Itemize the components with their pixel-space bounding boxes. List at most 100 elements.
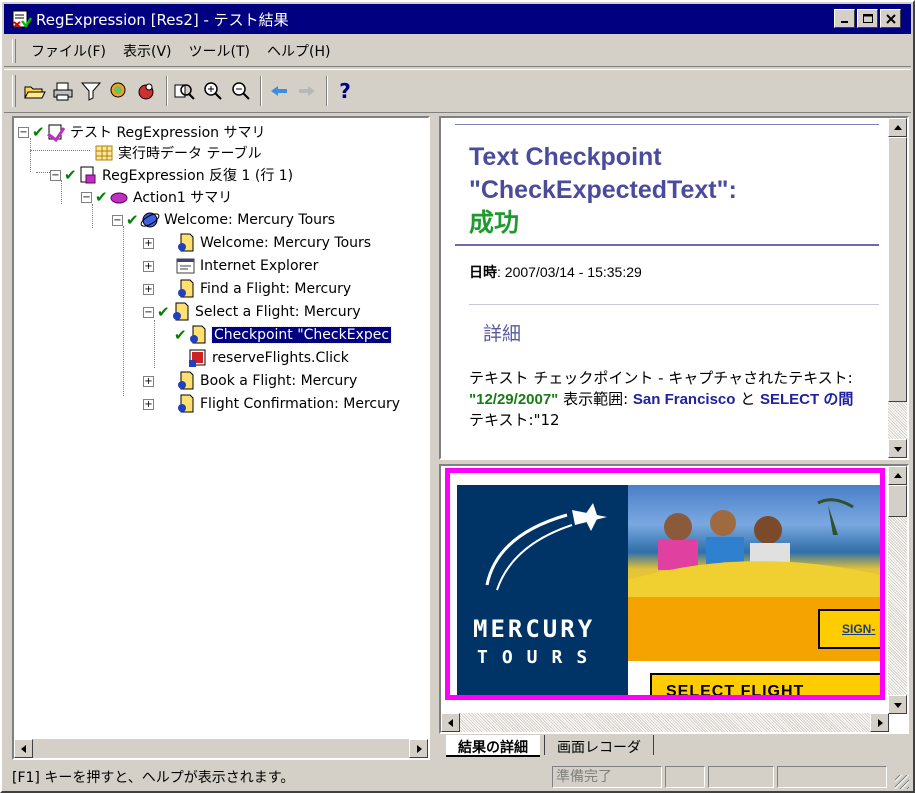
status-panel — [777, 765, 887, 788]
tree-item-label: Select a Flight: Mercury — [195, 304, 361, 320]
maximize-button[interactable] — [857, 9, 878, 28]
close-button[interactable] — [880, 9, 901, 28]
tree-item[interactable]: − ✔ Welcome: Mercury Tours — [112, 209, 335, 231]
scroll-track[interactable] — [888, 485, 907, 695]
browser-icon — [140, 210, 160, 230]
toolbar-separator — [260, 76, 262, 106]
collapse-icon[interactable]: − — [50, 169, 61, 181]
check-icon: ✔ — [95, 188, 108, 206]
scroll-left-button[interactable] — [14, 739, 33, 758]
zoom-fit-button[interactable] — [172, 77, 198, 105]
scroll-thumb[interactable] — [888, 137, 907, 402]
resize-grip[interactable] — [895, 775, 909, 789]
date-label: 日時 — [469, 264, 497, 280]
scroll-up-button[interactable] — [888, 118, 907, 137]
title-bar[interactable]: RegExpression [Res2] - テスト結果 — [4, 4, 911, 34]
tree-item[interactable]: + Welcome: Mercury Tours — [143, 232, 371, 254]
tab-screen-recorder[interactable]: 画面レコーダ — [544, 735, 654, 756]
tab-result-details[interactable]: 結果の詳細 — [446, 735, 540, 757]
status-bar: [F1] キーを押すと、ヘルプが表示されます。 準備完了 — [4, 762, 911, 791]
mercury-logo-text: MERCURY — [473, 615, 596, 643]
zoom-in-icon — [204, 82, 222, 100]
tree-item[interactable]: + Internet Explorer — [143, 255, 318, 277]
details-vertical-scrollbar[interactable] — [888, 118, 907, 458]
bug-button[interactable] — [134, 77, 160, 105]
scroll-left-button[interactable] — [441, 713, 460, 732]
close-icon — [885, 13, 896, 24]
check-icon: ✔ — [32, 123, 45, 141]
up-arrow-icon — [893, 472, 902, 478]
menu-view[interactable]: 表示(V) — [123, 41, 172, 61]
tree-item-label: Action1 サマリ — [133, 190, 233, 206]
tree-item[interactable]: + Find a Flight: Mercury — [143, 278, 351, 300]
help-button[interactable]: ? — [332, 77, 358, 105]
forward-button[interactable] — [294, 77, 320, 105]
down-arrow-icon — [893, 702, 902, 708]
toolbar-grip[interactable] — [12, 75, 16, 107]
tree-item[interactable]: − ✔ テスト RegExpression サマリ — [18, 121, 266, 143]
tree-item-label: テスト RegExpression サマリ — [70, 125, 266, 141]
desc-text: 表示範囲: — [558, 390, 633, 408]
captured-text: "12/29/2007" — [469, 391, 559, 408]
tree-item[interactable]: − ✔ RegExpression 反復 1 (行 1) — [50, 164, 293, 186]
view-tabs: 結果の詳細 画面レコーダ — [442, 735, 908, 759]
zoom-in-button[interactable] — [200, 77, 226, 105]
tree-item-selected[interactable]: ✔ Checkpoint "CheckExpec — [174, 324, 393, 346]
tree-item-label: Find a Flight: Mercury — [200, 281, 352, 297]
collapse-icon[interactable]: − — [143, 306, 154, 318]
minimize-button[interactable] — [834, 9, 855, 28]
scroll-up-button[interactable] — [888, 466, 907, 485]
tree-item[interactable]: + Flight Confirmation: Mercury — [143, 393, 400, 415]
open-button[interactable] — [22, 77, 48, 105]
menu-tools[interactable]: ツール(T) — [189, 41, 250, 61]
menu-bar: ファイル(F) 表示(V) ツール(T) ヘルプ(H) — [4, 35, 911, 67]
tree-connector — [30, 150, 90, 151]
window-icon — [176, 256, 196, 276]
tree-item[interactable]: − ✔ Select a Flight: Mercury — [143, 301, 361, 323]
scroll-down-button[interactable] — [888, 695, 907, 714]
down-arrow-icon — [893, 446, 902, 452]
tree-item[interactable]: + Book a Flight: Mercury — [143, 370, 357, 392]
screen-vertical-scrollbar[interactable] — [888, 466, 907, 714]
expand-icon[interactable]: + — [143, 283, 154, 295]
print-button[interactable] — [50, 77, 76, 105]
scroll-down-button[interactable] — [888, 439, 907, 458]
tree-item-label: Book a Flight: Mercury — [200, 373, 358, 389]
results-tree[interactable]: − ✔ テスト RegExpression サマリ 実行時データ テーブル − … — [12, 116, 430, 760]
expand-icon[interactable]: + — [143, 237, 154, 249]
left-arrow-icon — [447, 718, 453, 727]
date-value: : 2007/03/14 - 15:35:29 — [497, 264, 642, 280]
checkpoint-icon — [188, 325, 208, 345]
scroll-thumb[interactable] — [888, 485, 907, 517]
collapse-icon[interactable]: − — [112, 214, 123, 226]
tours-logo-text: TOURS — [477, 647, 602, 668]
expand-icon[interactable]: + — [143, 375, 154, 387]
screen-capture-pane[interactable]: MERCURY TOURS SIGN- SELECT FLIGHT — [439, 464, 909, 734]
back-button[interactable] — [266, 77, 292, 105]
menu-help[interactable]: ヘルプ(H) — [267, 41, 330, 61]
status-panel — [665, 765, 705, 788]
menu-grip[interactable] — [12, 38, 16, 63]
tree-item[interactable]: − ✔ Action1 サマリ — [81, 186, 232, 208]
toolbar-separator — [326, 76, 328, 106]
expand-icon[interactable]: + — [143, 398, 154, 410]
scroll-track[interactable] — [33, 739, 409, 758]
collapse-icon[interactable]: − — [81, 191, 92, 203]
scroll-track[interactable] — [888, 137, 907, 439]
expand-icon[interactable]: + — [143, 260, 154, 272]
tree-item[interactable]: reserveFlights.Click — [188, 347, 349, 369]
screen-horizontal-scrollbar[interactable] — [441, 713, 889, 732]
tree-horizontal-scrollbar[interactable] — [14, 739, 428, 758]
tree-item[interactable]: 実行時データ テーブル — [94, 142, 262, 164]
desc-text: と — [735, 390, 760, 408]
find-button[interactable] — [106, 77, 132, 105]
filter-button[interactable] — [78, 77, 104, 105]
scroll-track[interactable] — [460, 713, 870, 732]
desc-text: テキスト チェックポイント - キャプチャされたテキスト: — [469, 369, 853, 387]
result-details-pane[interactable]: Text Checkpoint "CheckExpectedText": 成功 … — [439, 116, 909, 460]
menu-file[interactable]: ファイル(F) — [31, 41, 106, 61]
collapse-icon[interactable]: − — [18, 126, 29, 138]
scroll-right-button[interactable] — [870, 713, 889, 732]
zoom-out-button[interactable] — [228, 77, 254, 105]
scroll-right-button[interactable] — [409, 739, 428, 758]
